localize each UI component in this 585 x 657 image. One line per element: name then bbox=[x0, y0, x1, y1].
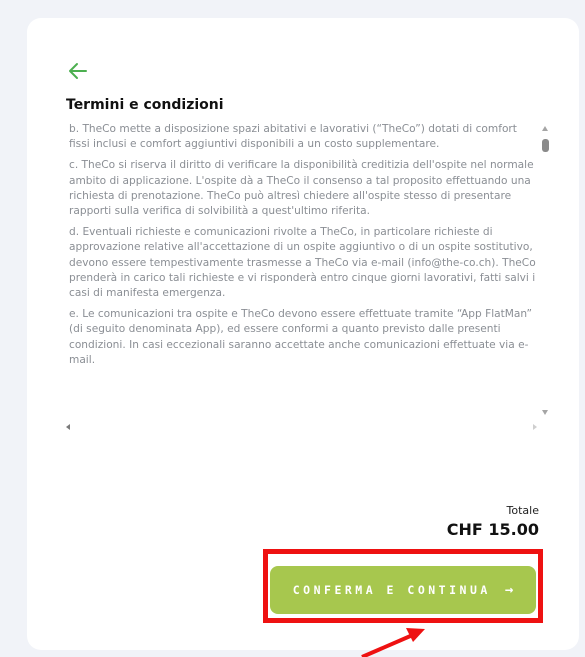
terms-paragraph-b: b. TheCo mette a disposizione spazi abit… bbox=[69, 123, 517, 151]
page-title: Termini e condizioni bbox=[66, 97, 224, 113]
total-amount: CHF 15.00 bbox=[446, 520, 539, 539]
terms-paragraph-e: e. Le comunicazioni tra ospite e TheCo d… bbox=[69, 308, 533, 366]
scroll-left-arrow-icon[interactable] bbox=[66, 424, 70, 430]
terms-panel[interactable]: b. TheCo mette a disposizione spazi abit… bbox=[61, 122, 555, 432]
confirm-and-continue-button[interactable]: CONFERMA E CONTINUA → bbox=[270, 566, 536, 614]
back-button[interactable] bbox=[68, 62, 88, 80]
terms-text-area[interactable]: b. TheCo mette a disposizione spazi abit… bbox=[61, 122, 539, 417]
arrow-left-icon bbox=[69, 63, 87, 79]
total-label: Totale bbox=[506, 504, 539, 517]
scroll-down-arrow-icon[interactable] bbox=[542, 410, 548, 415]
scroll-right-arrow-icon[interactable] bbox=[533, 424, 537, 430]
terms-paragraph-d: d. Eventuali richieste e comunicazioni r… bbox=[69, 226, 536, 300]
vertical-scroll-thumb[interactable] bbox=[542, 139, 549, 152]
vertical-scrollbar[interactable] bbox=[539, 122, 553, 417]
terms-paragraph-c: c. TheCo si riserva il diritto di verifi… bbox=[69, 159, 534, 218]
scroll-up-arrow-icon[interactable] bbox=[542, 126, 548, 131]
confirm-button-label: CONFERMA E CONTINUA bbox=[292, 583, 491, 597]
horizontal-scrollbar[interactable] bbox=[61, 422, 539, 432]
arrow-right-icon: → bbox=[504, 582, 514, 598]
